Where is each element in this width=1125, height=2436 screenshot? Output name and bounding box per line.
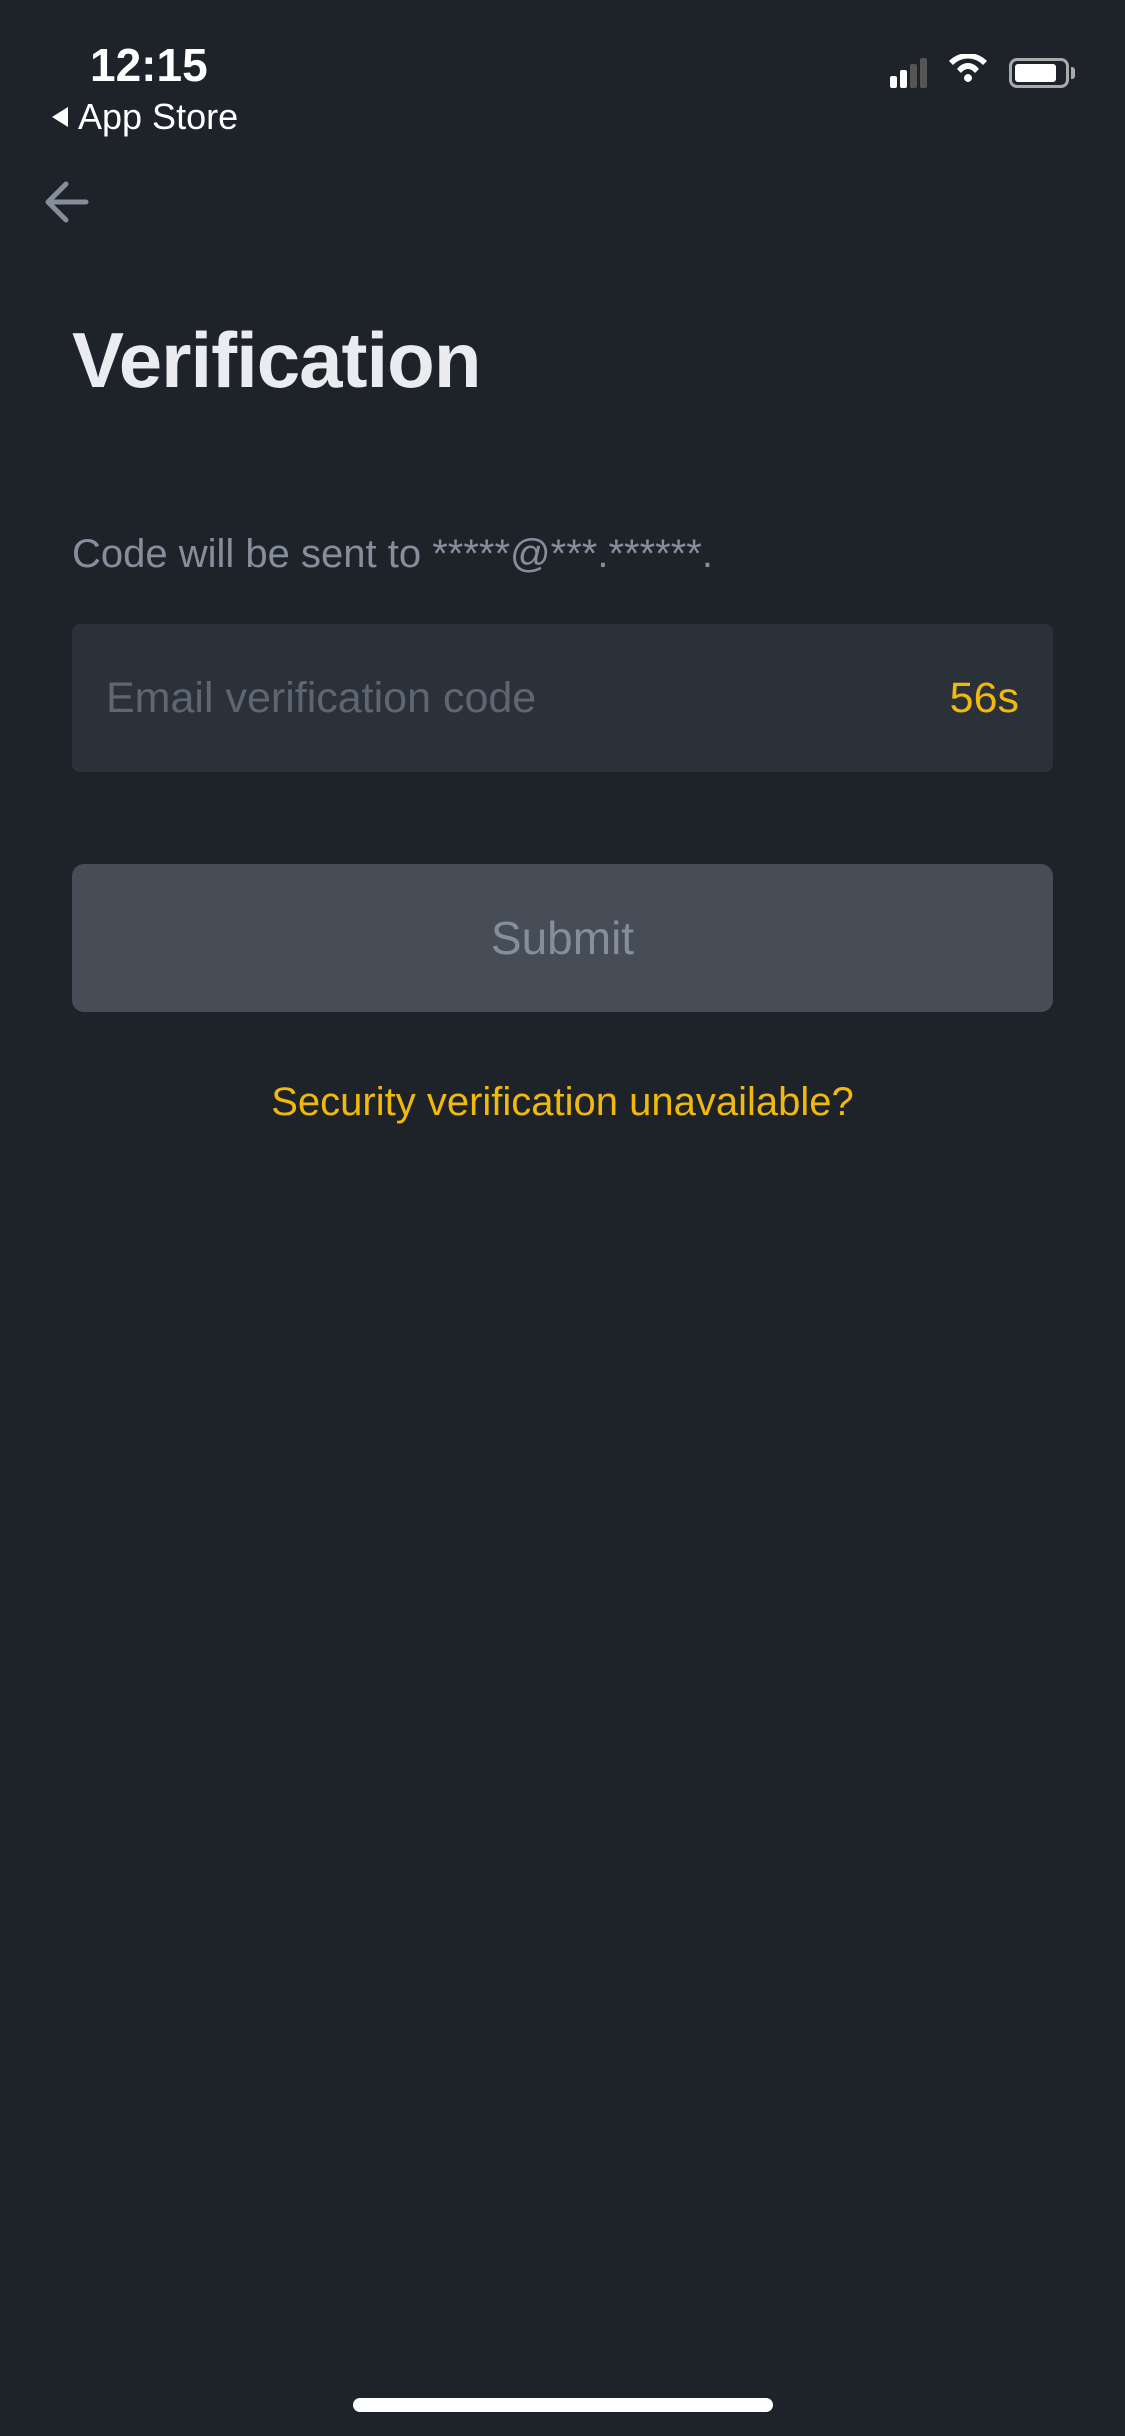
status-time: 12:15 [50,38,238,92]
info-text: Code will be sent to *****@***.******. [72,526,1053,582]
home-indicator[interactable] [353,2398,773,2412]
back-to-app-label: App Store [78,96,238,138]
arrow-left-icon [38,174,94,230]
status-left: 12:15 App Store [50,38,238,138]
battery-icon [1009,58,1075,88]
main-content: Verification Code will be sent to *****@… [0,235,1125,1125]
submit-button[interactable]: Submit [72,864,1053,1012]
status-right [890,38,1075,91]
code-input-wrapper: 56s [72,624,1053,772]
security-unavailable-link[interactable]: Security verification unavailable? [72,1080,1053,1125]
resend-countdown: 56s [950,674,1019,723]
status-bar: 12:15 App Store [0,0,1125,130]
back-button[interactable] [0,130,1125,235]
back-triangle-icon [50,105,70,129]
page-title: Verification [72,315,1053,406]
email-code-input[interactable] [106,674,950,723]
cellular-signal-icon [890,58,927,88]
wifi-icon [947,54,989,91]
back-to-app-button[interactable]: App Store [50,96,238,138]
